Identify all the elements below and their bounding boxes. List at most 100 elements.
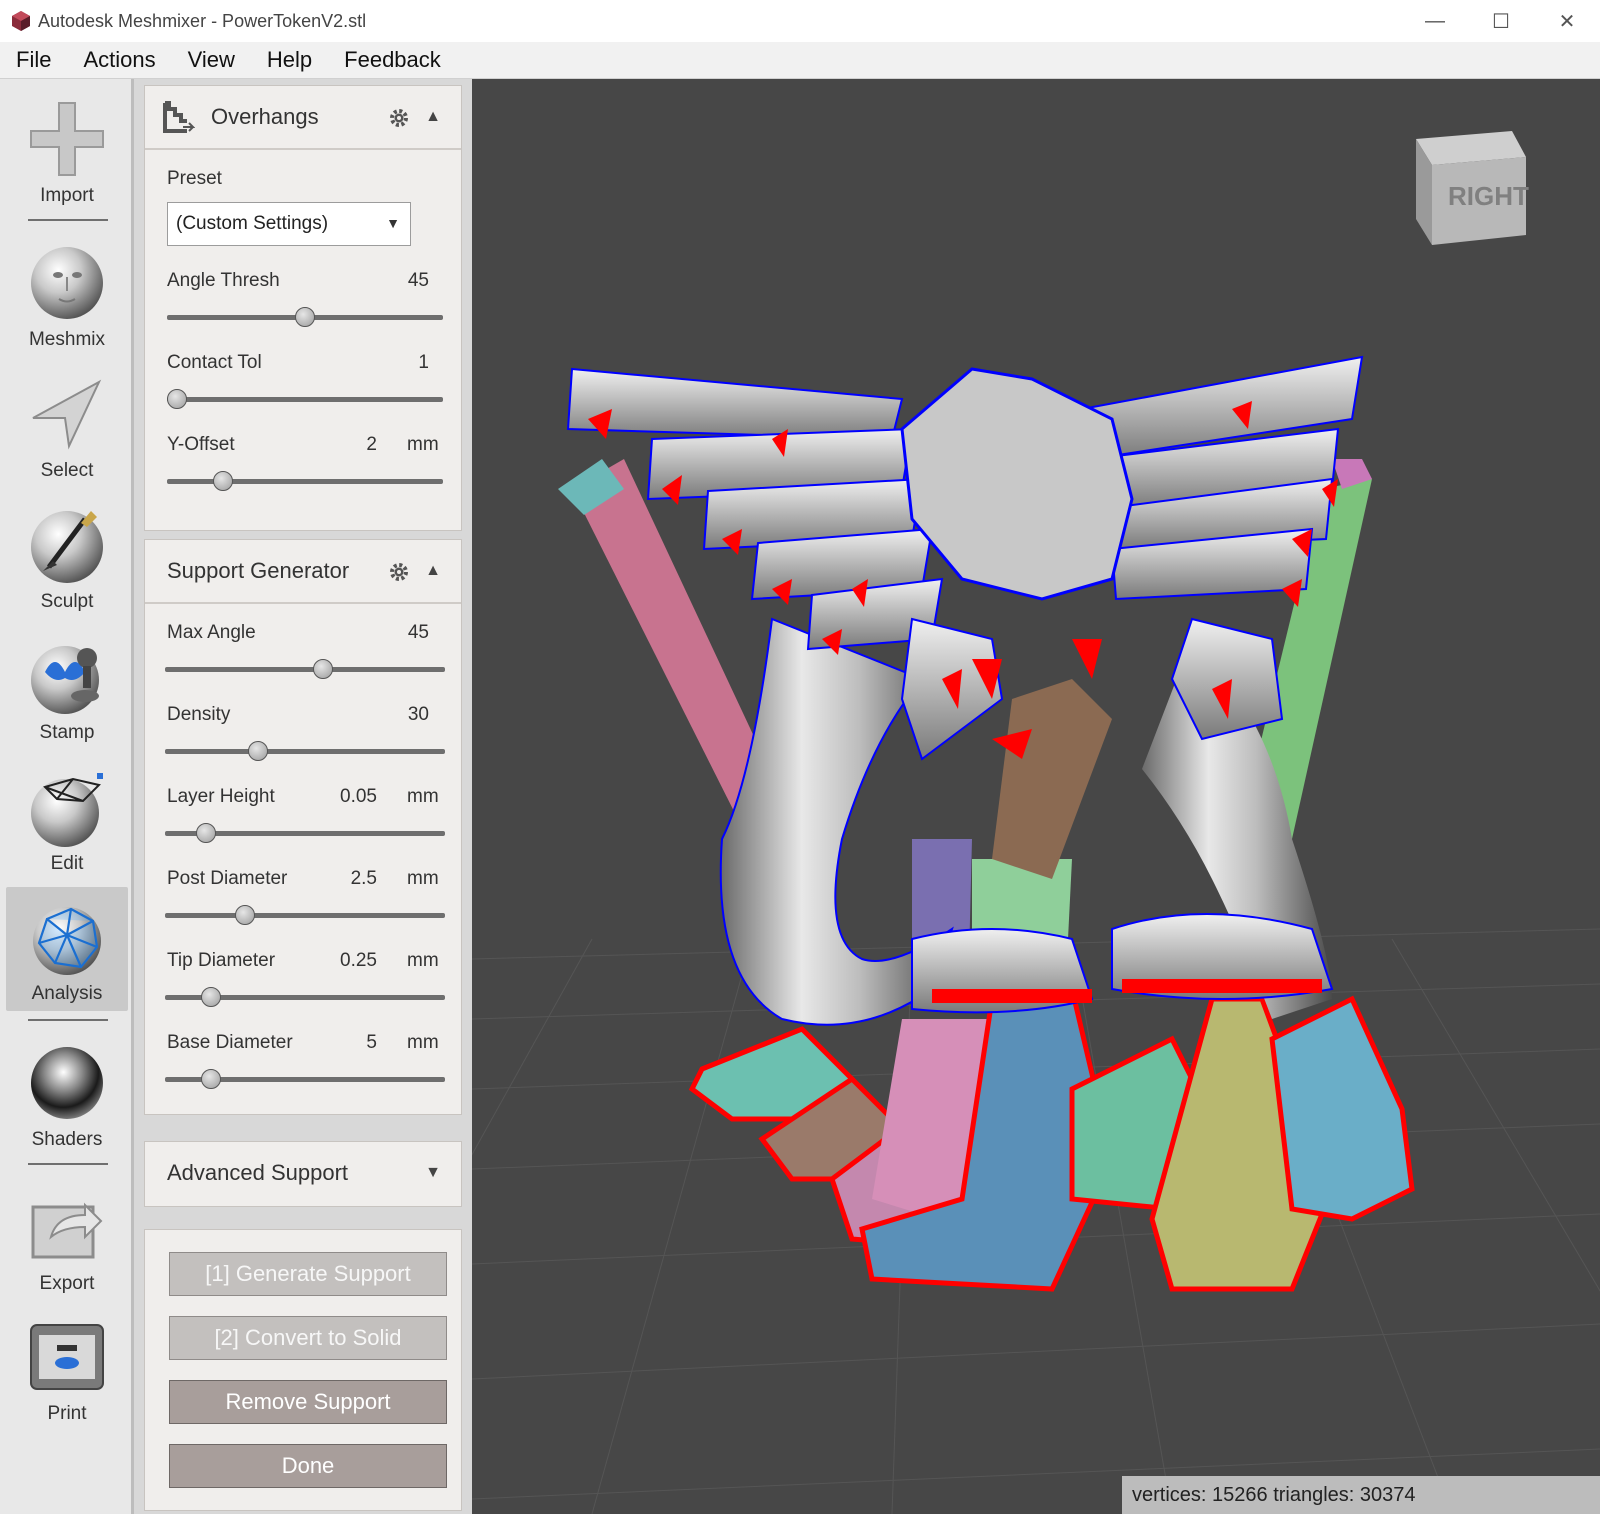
slider-knob[interactable] [295,307,315,327]
base-diameter-value[interactable]: 5 [305,1032,377,1054]
tool-analysis[interactable]: Analysis [6,887,128,1011]
meshmixer-logo-icon [12,11,30,31]
action-buttons-panel: [1] Generate Support [2] Convert to Soli… [144,1229,462,1511]
support-generator-panel: Support Generator ▲ Max Angle 45 Density… [144,539,462,1115]
close-button[interactable]: ✕ [1534,0,1600,42]
tool-import[interactable]: Import [6,89,128,213]
slider-knob[interactable] [201,1069,221,1089]
tool-sculpt[interactable]: Sculpt [6,495,128,619]
printer-icon [30,1324,104,1390]
cursor-arrow-icon [32,379,102,450]
layer-height-slider[interactable] [165,818,445,848]
slider-knob[interactable] [201,987,221,1007]
expand-down-icon[interactable]: ▼ [425,1164,441,1182]
y-offset-unit: mm [407,434,439,455]
preset-label: Preset [167,168,222,189]
tool-label: Select [40,460,94,481]
slider-knob[interactable] [213,471,233,491]
menu-feedback[interactable]: Feedback [328,47,457,73]
tool-stamp[interactable]: Stamp [6,626,128,750]
tip-diameter-label: Tip Diameter [167,950,276,971]
layer-height-unit: mm [407,786,439,807]
menu-bar: File Actions View Help Feedback [0,42,1600,79]
convert-to-solid-button[interactable]: [2] Convert to Solid [169,1316,447,1360]
view-cube-face-label: RIGHT [1448,181,1529,211]
slider-knob[interactable] [248,741,268,761]
advanced-support-panel[interactable]: Advanced Support ▼ [144,1141,462,1207]
tool-print[interactable]: Print [6,1307,128,1431]
post-diameter-value[interactable]: 2.5 [305,868,377,890]
toolbar-divider [28,1163,108,1165]
contact-tol-slider[interactable] [167,384,443,414]
tool-label: Meshmix [28,329,105,350]
tip-diameter-value[interactable]: 0.25 [305,950,377,972]
gear-icon[interactable] [389,108,409,128]
mesh-stats-statusbar: vertices: 15266 triangles: 30374 [1122,1476,1600,1514]
view-cube[interactable]: RIGHT [1416,131,1529,245]
layer-height-value[interactable]: 0.05 [305,786,377,808]
generate-support-button[interactable]: [1] Generate Support [169,1252,447,1296]
tool-shaders[interactable]: Shaders [6,1033,128,1157]
advanced-support-header[interactable]: Advanced Support ▼ [145,1142,461,1204]
base-diameter-slider[interactable] [165,1064,445,1094]
tool-label: Export [39,1273,95,1294]
slider-knob[interactable] [313,659,333,679]
overhang-icon [163,101,195,133]
tip-diameter-unit: mm [407,950,439,971]
support-generator-title: Support Generator [167,558,350,583]
tool-label: Shaders [31,1129,103,1150]
post-diameter-label: Post Diameter [167,868,288,889]
angle-thresh-value[interactable]: 45 [345,270,429,292]
collapse-up-icon[interactable]: ▲ [425,562,441,580]
tool-label: Analysis [31,983,103,1004]
3d-viewport[interactable]: RIGHT vertices: 15266 triangles: 30374 [472,79,1600,1514]
remove-support-button[interactable]: Remove Support [169,1380,447,1424]
toolbar-divider [28,1019,108,1021]
toolbar-divider [28,219,108,221]
gear-icon[interactable] [389,562,409,582]
slider-knob[interactable] [167,389,187,409]
tool-meshmix[interactable]: Meshmix [6,233,128,357]
tool-label: Sculpt [40,591,94,612]
post-diameter-slider[interactable] [165,900,445,930]
overhangs-panel: Overhangs ▲ Preset (Custom Settings) ▼ A… [144,85,462,531]
base-diameter-label: Base Diameter [167,1032,293,1053]
advanced-support-title: Advanced Support [167,1160,349,1185]
layer-height-label: Layer Height [167,786,275,807]
overhangs-header[interactable]: Overhangs ▲ [145,86,461,150]
maximize-button[interactable]: ☐ [1468,0,1534,42]
max-angle-value[interactable]: 45 [345,622,429,644]
minimize-button[interactable]: — [1402,0,1468,42]
title-bar: Autodesk Meshmixer - PowerTokenV2.stl — … [0,0,1600,42]
max-angle-slider[interactable] [165,654,445,684]
tool-export[interactable]: Export [6,1177,128,1301]
tip-diameter-slider[interactable] [165,982,445,1012]
contact-tol-value[interactable]: 1 [345,352,429,374]
base-diameter-unit: mm [407,1032,439,1053]
post-diameter-unit: mm [407,868,439,889]
menu-help[interactable]: Help [251,47,328,73]
slider-knob[interactable] [196,823,216,843]
collapse-up-icon[interactable]: ▲ [425,108,441,126]
angle-thresh-slider[interactable] [167,302,443,332]
support-generator-header[interactable]: Support Generator ▲ [145,540,461,604]
density-value[interactable]: 30 [345,704,429,726]
density-slider[interactable] [165,736,445,766]
brush-sphere-icon [31,511,103,583]
y-offset-value[interactable]: 2 [305,434,377,456]
menu-file[interactable]: File [0,47,67,73]
tool-edit[interactable]: Edit [6,757,128,881]
y-offset-slider[interactable] [167,466,443,496]
done-button[interactable]: Done [169,1444,447,1488]
slider-knob[interactable] [235,905,255,925]
plus-icon [30,102,104,176]
edit-sphere-icon [31,773,103,847]
angle-thresh-label: Angle Thresh [167,270,280,291]
analysis-sphere-icon [33,907,101,975]
tool-panel-column: Overhangs ▲ Preset (Custom Settings) ▼ A… [134,79,472,1514]
preset-dropdown[interactable]: (Custom Settings) ▼ [167,202,411,246]
menu-view[interactable]: View [172,47,251,73]
viewport-scene[interactable]: RIGHT [472,79,1600,1514]
tool-select[interactable]: Select [6,364,128,488]
menu-actions[interactable]: Actions [67,47,171,73]
